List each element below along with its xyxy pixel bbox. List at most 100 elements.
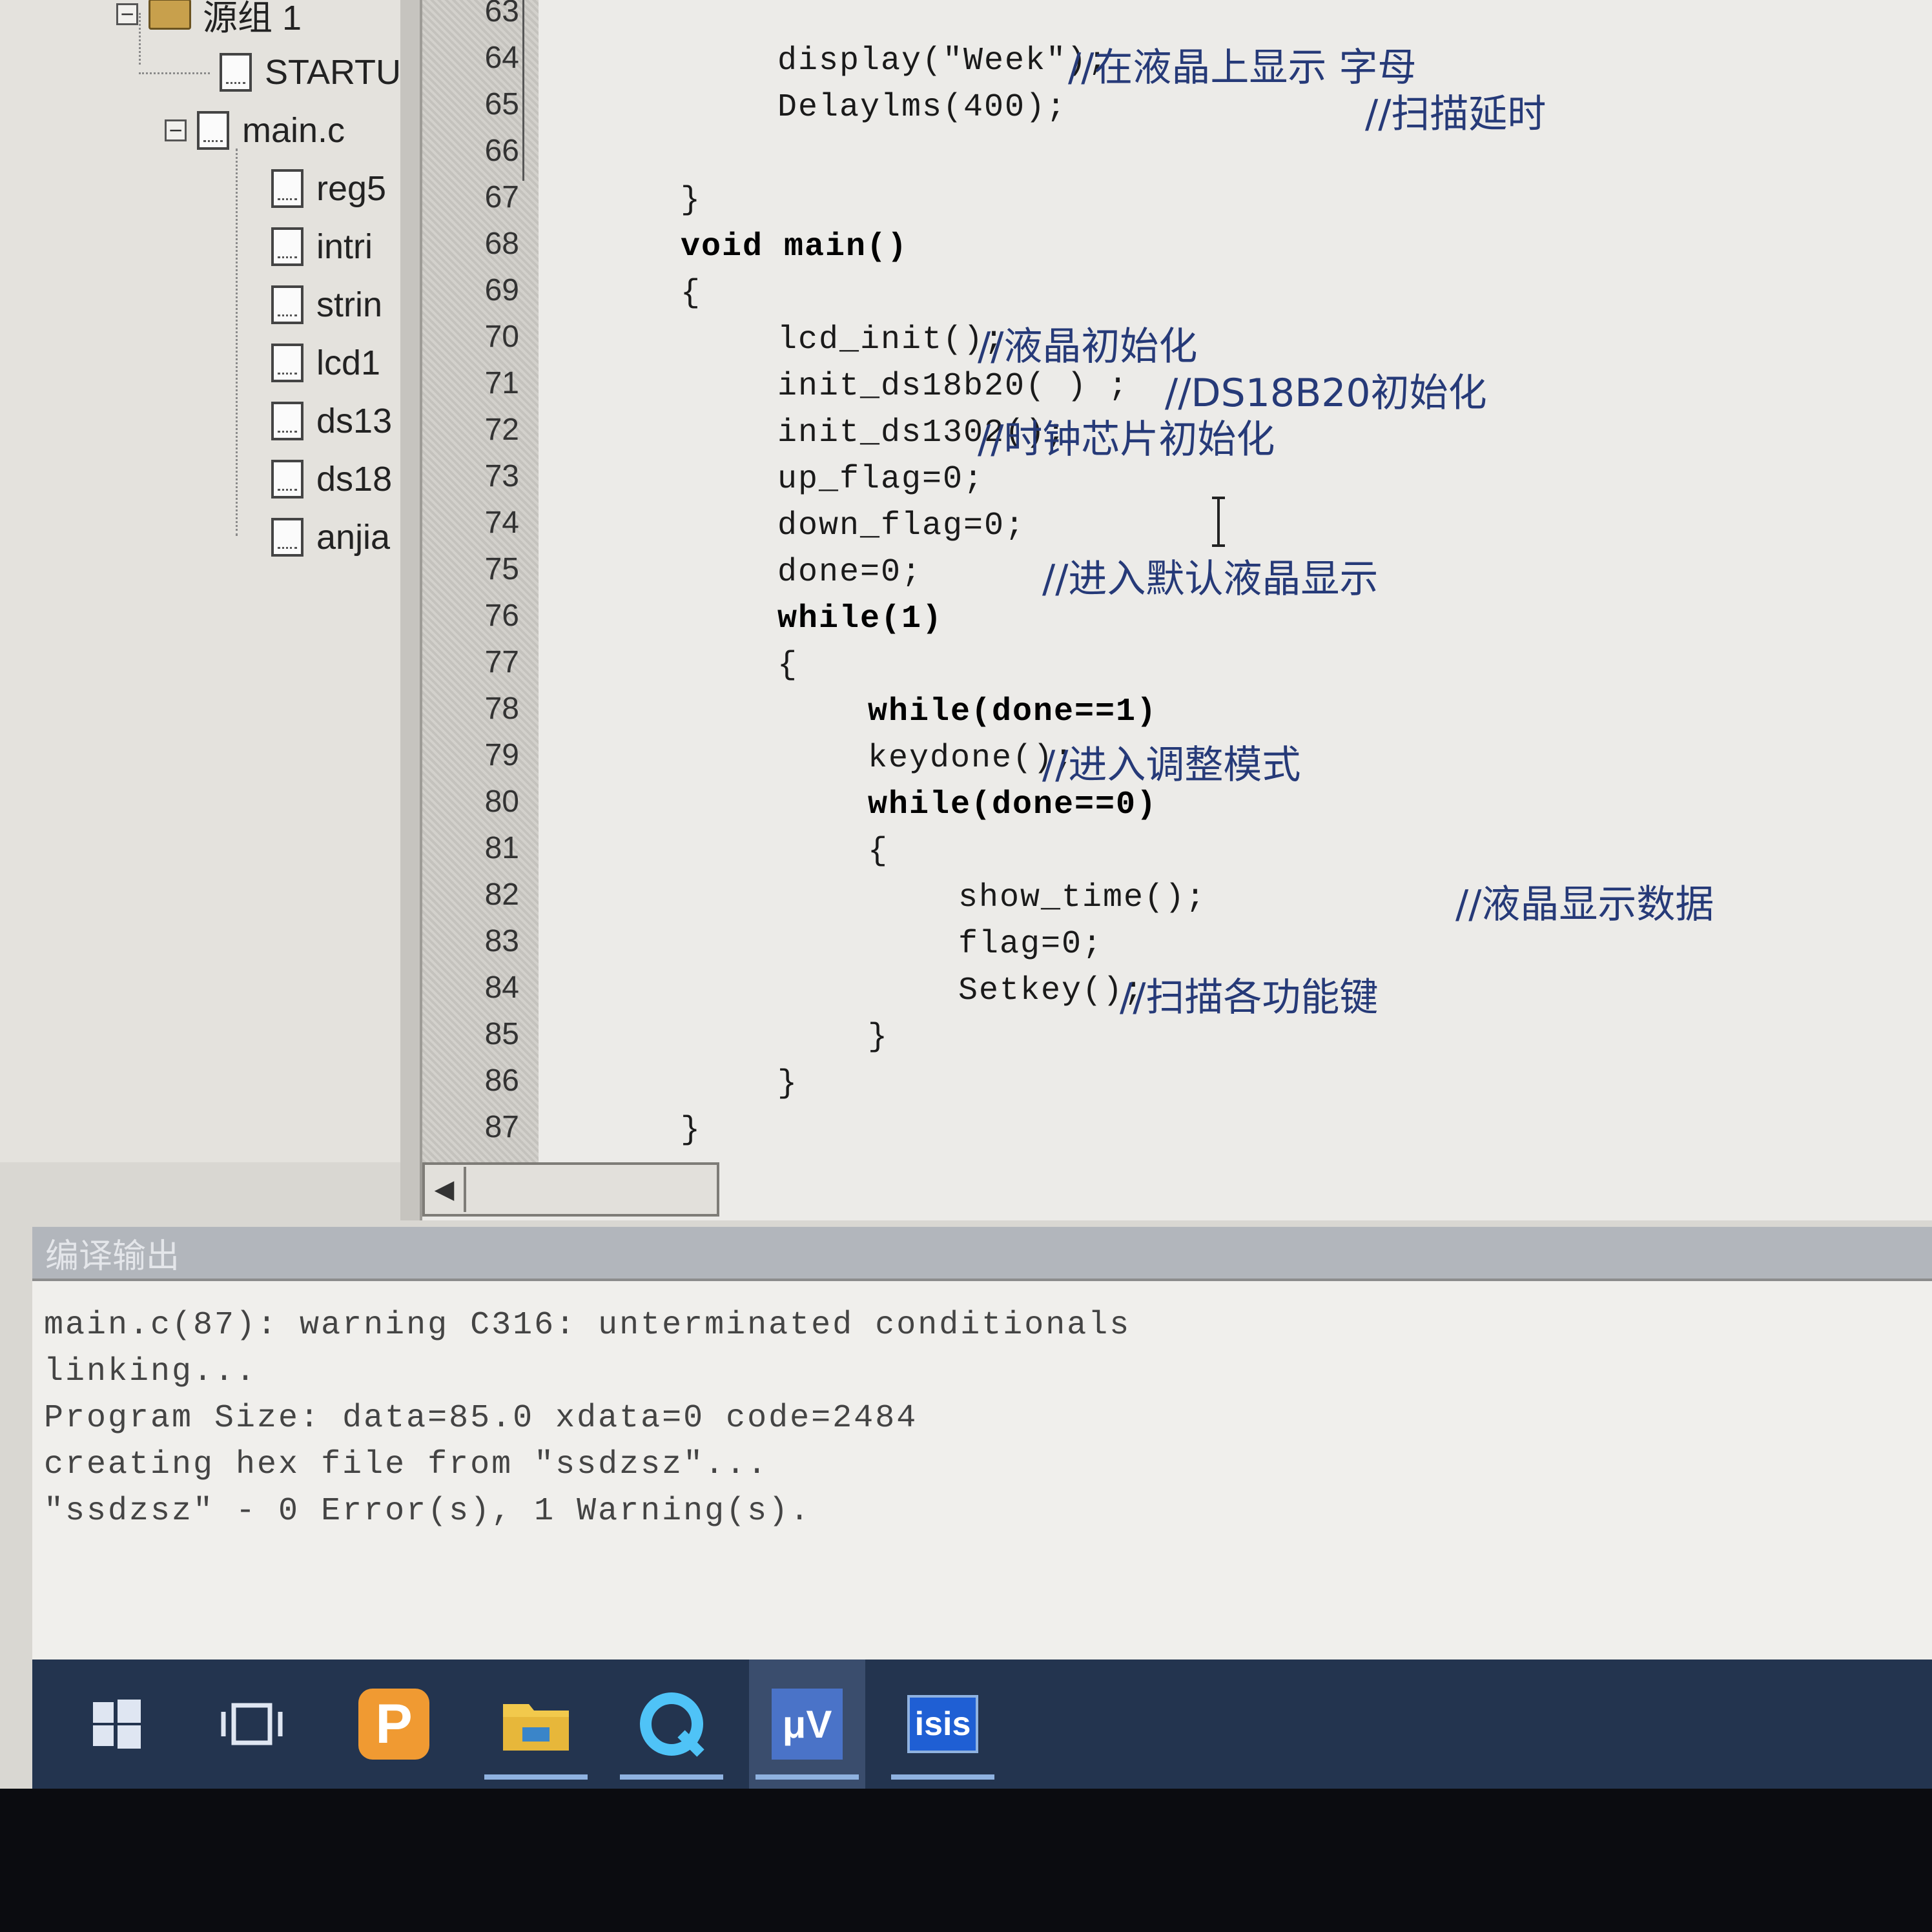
tree-item-file[interactable]: intri [271, 220, 373, 274]
line-number: 64 [484, 41, 519, 75]
line-number: 71 [484, 366, 519, 400]
task-view-icon [221, 1703, 283, 1745]
line-number: 84 [484, 971, 519, 1005]
output-line[interactable]: main.c(87): warning C316: unterminated c… [44, 1307, 1131, 1344]
tree-item-file[interactable]: ds13 [271, 394, 392, 448]
header-file-icon [271, 227, 303, 266]
line-number: 63 [484, 0, 519, 28]
line-number: 77 [484, 645, 519, 679]
code-line[interactable]: { [681, 275, 701, 312]
header-file-icon [271, 285, 303, 324]
code-line[interactable]: } [868, 1019, 889, 1056]
line-number: 79 [484, 738, 519, 772]
isis-icon: isis [907, 1695, 978, 1753]
output-line[interactable]: linking... [44, 1353, 257, 1390]
code-line[interactable]: up_flag=0; [777, 461, 984, 498]
header-file-icon [271, 402, 303, 440]
code-line[interactable]: flag=0; [958, 926, 1103, 963]
line-number: 83 [484, 924, 519, 958]
code-line[interactable]: } [681, 1112, 701, 1149]
folder-icon [503, 1704, 569, 1751]
code-line[interactable]: init_ds18b20( ) ; [777, 368, 1129, 405]
line-number: 85 [484, 1017, 519, 1051]
isis-app[interactable]: isis [885, 1660, 1001, 1789]
tree-item-file[interactable]: lcd1 [271, 336, 380, 390]
code-line[interactable]: while(done==0) [868, 786, 1157, 823]
browser-app[interactable] [613, 1660, 730, 1789]
line-number: 78 [484, 692, 519, 726]
project-tree-panel: − 源组 1 STARTU − main.c reg5 intri strin lcd1 ds… [0, 0, 400, 1162]
c-file-icon [197, 111, 229, 150]
code-editor[interactable]: ◀ 63 64 display("Week");//在液晶上显示 字母 65 Delay… [422, 0, 1932, 1220]
tree-item-file[interactable]: reg5 [271, 161, 386, 216]
code-line[interactable]: down_flag=0; [777, 508, 1025, 544]
line-number: 65 [484, 87, 519, 121]
code-line[interactable]: Delaylms(400); [777, 89, 1067, 126]
tree-group-label: 源组 1 [203, 0, 302, 37]
code-comment[interactable]: //扫描各功能键 [1120, 966, 1378, 1022]
scroll-left-icon[interactable]: ◀ [425, 1167, 466, 1212]
line-number: 82 [484, 878, 519, 912]
code-line[interactable]: while(done==1) [868, 694, 1157, 730]
collapse-toggle-icon[interactable]: − [116, 3, 138, 26]
wps-app[interactable]: P [336, 1660, 452, 1789]
isis-icon-label: isis [914, 1705, 971, 1743]
output-line[interactable]: creating hex file from "ssdzsz"... [44, 1446, 768, 1483]
tree-item-label: ds13 [316, 402, 393, 440]
output-line[interactable]: Program Size: data=85.0 xdata=0 code=248… [44, 1400, 918, 1437]
header-file-icon [271, 344, 303, 382]
code-comment[interactable]: //时钟芯片初始化 [978, 408, 1275, 464]
tree-item-file[interactable]: anjia [271, 510, 390, 564]
tree-item-label: lcd1 [316, 344, 381, 382]
tree-item-file[interactable]: STARTU [220, 45, 400, 99]
tree-item-file[interactable]: strin [271, 278, 382, 332]
code-comment[interactable]: //在液晶上显示 字母 [1068, 36, 1417, 92]
running-indicator [620, 1774, 723, 1780]
tree-item-file[interactable]: − main.c [165, 103, 345, 158]
code-line[interactable]: } [681, 182, 701, 219]
build-output-panel[interactable]: main.c(87): warning C316: unterminated c… [32, 1279, 1932, 1660]
collapse-toggle-icon[interactable]: − [165, 119, 187, 142]
tree-connector [139, 72, 210, 74]
tree-item-label: ds18 [316, 460, 393, 498]
wps-icon: P [358, 1689, 429, 1760]
code-line[interactable]: display("Week"); [777, 43, 1108, 79]
code-line[interactable]: } [777, 1065, 798, 1102]
text-cursor-icon [1212, 497, 1225, 547]
code-line[interactable]: { [777, 647, 798, 684]
start-button[interactable] [58, 1660, 174, 1789]
code-comment[interactable]: //扫描延时 [1365, 83, 1546, 139]
tree-item-label: STARTU [265, 53, 400, 92]
editor-horizontal-scrollbar[interactable]: ◀ [422, 1162, 719, 1217]
header-file-icon [271, 460, 303, 498]
tree-item-label: main.c [242, 111, 345, 150]
output-panel-title-bar: 编译输出 [32, 1227, 1932, 1279]
code-line[interactable]: { [868, 833, 889, 870]
wps-icon-letter: P [375, 1692, 413, 1755]
keil-uvision-app[interactable]: μV [749, 1660, 865, 1789]
line-number: 69 [484, 273, 519, 307]
code-line[interactable]: while(1) [777, 601, 943, 637]
tree-item-label: strin [316, 285, 383, 324]
code-line[interactable]: done=0; [777, 554, 922, 591]
code-line[interactable]: void main() [681, 229, 908, 265]
tree-group-source-1[interactable]: − 源组 1 [116, 0, 302, 41]
task-view-button[interactable] [194, 1660, 310, 1789]
code-line[interactable]: lcd_init(); [777, 322, 1005, 358]
output-line[interactable]: "ssdzsz" - 0 Error(s), 1 Warning(s). [44, 1493, 811, 1530]
code-comment[interactable]: //进入默认液晶显示 [1042, 548, 1378, 604]
code-comment[interactable]: //液晶显示数据 [1455, 873, 1714, 929]
line-number: 80 [484, 785, 519, 819]
code-comment[interactable]: //进入调整模式 [1042, 734, 1300, 790]
tree-item-file[interactable]: ds18 [271, 452, 392, 506]
code-line[interactable]: show_time(); [958, 879, 1206, 916]
panel-splitter[interactable] [400, 0, 422, 1220]
line-number: 74 [484, 506, 519, 540]
line-number: 75 [484, 552, 519, 586]
file-explorer-app[interactable] [478, 1660, 594, 1789]
code-line[interactable]: Setkey(); [958, 972, 1144, 1009]
windows-taskbar: P μV isis [32, 1660, 1932, 1789]
tree-connector [236, 149, 238, 536]
windows-logo-icon [93, 1700, 141, 1749]
line-number: 70 [484, 320, 519, 354]
